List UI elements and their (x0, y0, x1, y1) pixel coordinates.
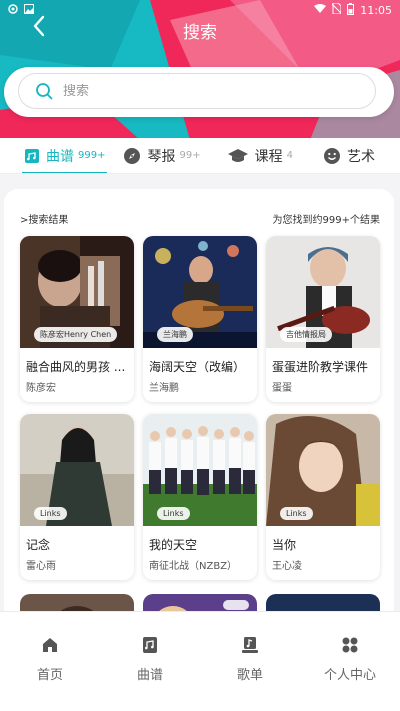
nav-profile[interactable]: 个人中心 (300, 612, 400, 711)
tab-art-label: 艺术 (346, 148, 375, 165)
results-heading: >搜索结果 (20, 215, 69, 226)
result-title: 蛋蛋进阶教学课件 (272, 360, 369, 374)
result-card[interactable]: Links 当你 王心凌 (266, 414, 380, 580)
graduation-cap-icon (227, 148, 248, 162)
page-title: 搜索 (183, 23, 217, 43)
nav-home[interactable]: 首页 (0, 612, 100, 711)
status-time: 11:05 (360, 3, 392, 17)
result-artist: 陈彦宏 (26, 383, 56, 394)
tab-news-label: 琴报 (147, 148, 176, 165)
tab-news-count: 99+ (179, 150, 201, 161)
smiley-icon (323, 147, 340, 164)
search-icon (36, 83, 53, 100)
tab-course[interactable]: 课程 4 (227, 138, 293, 173)
results-summary: 为您找到约999+个结果 (272, 215, 380, 226)
nav-score[interactable]: 曲谱 (100, 612, 200, 711)
result-card[interactable]: 吉他情报局 蛋蛋进阶教学课件 蛋蛋 (266, 236, 380, 402)
result-card[interactable]: Links 记念 雷心雨 (20, 414, 134, 580)
tab-course-label: 课程 (254, 148, 283, 165)
nav-playlist[interactable]: 歌单 (200, 612, 300, 711)
score-icon (25, 148, 39, 163)
result-card[interactable]: Links 我的天空 南征北战（NZBZ） (143, 414, 257, 580)
profile-icon (342, 637, 358, 653)
tab-score-count: 999+ (78, 150, 106, 161)
result-artist: 蛋蛋 (272, 383, 292, 394)
result-artist: 兰海鹏 (149, 383, 179, 394)
status-bar: 11:05 (0, 0, 400, 20)
category-tabs: 曲谱 999+ 琴报 99+ 课程 4 艺术 (0, 138, 400, 174)
result-card[interactable]: 陈彦宏Henry Chen 融合曲风的男孩 ... 陈彦宏 (20, 236, 134, 402)
tab-art[interactable]: 艺术 (323, 138, 375, 173)
result-badge: Links (280, 507, 313, 520)
wifi-icon (314, 3, 327, 17)
tab-course-count: 4 (286, 150, 293, 161)
tab-news[interactable]: 琴报 99+ (123, 138, 201, 173)
result-thumbnail: 兰海鹏 (143, 236, 257, 348)
nav-score-label: 曲谱 (136, 668, 163, 683)
result-thumbnail: Links (266, 414, 380, 526)
result-badge: Links (34, 507, 67, 520)
result-thumbnail: Links (143, 414, 257, 526)
result-artist: 王心凌 (272, 561, 302, 572)
result-thumbnail: 陈彦宏Henry Chen (20, 236, 134, 348)
battery-icon (347, 2, 355, 18)
search-results-panel: >搜索结果 为您找到约999+个结果 陈彦宏Henry Chen 融合曲风的男孩… (4, 189, 394, 629)
results-grid: 陈彦宏Henry Chen 融合曲风的男孩 ... 陈彦宏 兰海鹏 海阔天空（改… (20, 236, 382, 580)
home-icon (43, 638, 57, 652)
score-icon (143, 637, 157, 653)
result-title: 海阔天空（改编） (149, 360, 246, 374)
compass-icon (124, 147, 141, 164)
result-thumbnail: 吉他情报局 (266, 236, 380, 348)
nav-home-label: 首页 (36, 668, 63, 683)
result-title: 记念 (26, 538, 51, 552)
search-bar (4, 67, 394, 117)
result-title: 当你 (272, 538, 297, 552)
result-card[interactable]: 兰海鹏 海阔天空（改编） 兰海鹏 (143, 236, 257, 402)
notification-icon (8, 3, 18, 17)
nav-playlist-label: 歌单 (236, 668, 263, 683)
result-title: 融合曲风的男孩 ... (26, 360, 126, 374)
result-badge: 陈彦宏Henry Chen (34, 327, 118, 342)
nav-profile-label: 个人中心 (323, 668, 376, 683)
result-title: 我的天空 (149, 538, 198, 552)
search-field[interactable] (18, 73, 376, 109)
result-thumbnail: Links (20, 414, 134, 526)
result-artist: 雷心雨 (26, 561, 56, 572)
bottom-navigation: 首页 曲谱 歌单 个人中心 (0, 611, 400, 711)
result-artist: 南征北战（NZBZ） (149, 561, 238, 572)
result-badge: 兰海鹏 (157, 327, 193, 342)
result-badge: 吉他情报局 (280, 327, 332, 342)
tab-score-label: 曲谱 (46, 148, 74, 165)
playlist-icon (242, 637, 258, 653)
search-input[interactable] (63, 83, 323, 99)
result-badge: Links (157, 507, 190, 520)
tab-score[interactable]: 曲谱 999+ (21, 138, 108, 173)
no-sim-icon (331, 2, 342, 17)
